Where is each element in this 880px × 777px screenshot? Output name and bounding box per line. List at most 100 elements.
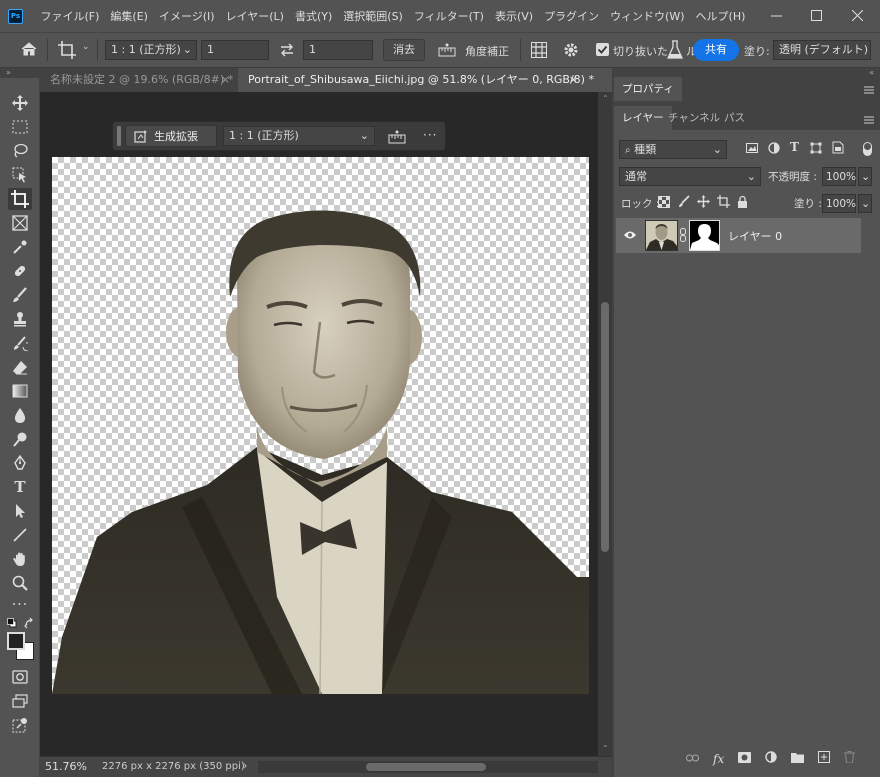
menu-item-0[interactable]: ファイル(F) [35,0,105,32]
hscroll-thumb[interactable] [366,763,486,771]
chevron-down-icon[interactable]: ⌄ [82,42,90,52]
menu-item-4[interactable]: 書式(Y) [289,0,337,32]
home-icon[interactable] [20,40,38,58]
lock-all-icon[interactable] [737,195,748,208]
ps-app-icon[interactable]: Ps [8,9,23,24]
eye-icon[interactable] [623,230,637,240]
zoom-level[interactable]: 51.76% [45,760,87,773]
clear-button[interactable]: 消去 [383,39,425,61]
default-colors-icon[interactable] [7,618,17,628]
adjustment-layer-icon[interactable] [765,751,777,766]
type-tool-icon[interactable]: T [8,476,32,498]
filter-shape-icon[interactable] [810,142,822,154]
gear-icon[interactable] [562,41,580,59]
link-layers-icon[interactable] [686,752,699,765]
tab-untitled-2[interactable]: 名称未設定 2 @ 19.6% (RGB/8#) * × [40,68,238,92]
straighten-label[interactable]: 角度補正 [465,43,509,59]
panel-menu-icon[interactable] [864,84,874,97]
link-icon[interactable] [680,228,686,242]
lock-position-icon[interactable] [697,195,710,208]
opacity-input[interactable]: 100% [822,167,856,186]
healing-brush-tool-icon[interactable] [8,260,32,282]
horizontal-scrollbar[interactable] [258,761,598,773]
menu-item-8[interactable]: プラグイン [539,0,605,32]
swap-icon[interactable] [279,42,295,58]
menu-item-2[interactable]: イメージ(I) [153,0,220,32]
opacity-dropdown[interactable]: ⌄ [858,167,872,186]
straighten-icon[interactable] [388,129,406,145]
scroll-thumb[interactable] [601,302,609,552]
menu-item-6[interactable]: フィルター(T) [408,0,489,32]
eyedropper-tool-icon[interactable] [8,236,32,258]
add-mask-icon[interactable] [738,751,752,766]
filter-type-icon[interactable]: T [790,140,802,154]
fill-select[interactable]: 透明 (デフォルト) [773,40,871,60]
new-layer-icon[interactable] [818,751,831,766]
eraser-tool-icon[interactable] [8,356,32,378]
layer-thumbnail[interactable] [645,220,678,251]
menu-item-10[interactable]: ヘルプ(H) [690,0,751,32]
zoom-tool-icon[interactable] [8,572,32,594]
lock-pixels-icon[interactable] [678,195,690,208]
crop-tool-preset-icon[interactable] [57,40,79,60]
ratio-select[interactable]: 1 : 1 (正方形) ⌄ [105,40,197,60]
gradient-tool-icon[interactable] [8,380,32,402]
swap-colors-icon[interactable] [24,617,36,629]
filter-pixel-icon[interactable] [746,142,758,154]
scroll-down-icon[interactable]: ⌄ [602,740,609,749]
menu-item-9[interactable]: ウィンドウ(W) [605,0,690,32]
more-options-icon[interactable]: ··· [423,128,437,142]
new-group-icon[interactable] [791,752,805,766]
straighten-icon[interactable] [438,42,456,58]
panel-menu-icon[interactable] [864,114,874,127]
tab-paths[interactable]: パス [716,106,753,130]
dodge-tool-icon[interactable] [8,428,32,450]
brush-tool-icon[interactable] [8,284,32,306]
foreground-color-swatch[interactable] [7,632,25,650]
context-ratio-select[interactable]: 1 : 1 (正方形) ⌄ [223,126,375,146]
delete-cropped-checkbox[interactable] [596,43,609,56]
width-input[interactable]: 1 [201,40,269,60]
layer-mask-thumbnail[interactable] [689,220,720,251]
maximize-button[interactable] [797,0,835,30]
fill-input[interactable]: 100% [822,194,856,213]
tab-close-icon[interactable]: × [569,68,578,92]
layer-row[interactable]: レイヤー 0 [616,218,861,253]
panel-collapse-icon[interactable]: » [0,68,40,78]
line-tool-icon[interactable] [8,524,32,546]
close-button[interactable] [838,0,876,30]
pen-tool-icon[interactable] [8,452,32,474]
grid-overlay-icon[interactable] [530,41,548,59]
filter-smart-object-icon[interactable] [832,141,844,154]
tab-portrait[interactable]: Portrait_of_Shibusawa_Eiichi.jpg @ 51.8%… [238,68,594,92]
lock-transparent-icon[interactable] [658,196,670,208]
vertical-scrollbar[interactable]: ⌃ ⌄ [598,92,612,756]
screen-mode-icon[interactable] [8,690,32,712]
edit-toolbar-icon[interactable] [8,714,32,736]
menu-item-7[interactable]: 表示(V) [489,0,538,32]
menu-item-5[interactable]: 選択範囲(S) [338,0,409,32]
fx-icon[interactable]: fx [713,752,724,766]
path-select-tool-icon[interactable] [8,500,32,522]
share-button[interactable]: 共有 [693,39,739,61]
document-canvas[interactable] [52,157,589,694]
tab-properties[interactable]: プロパティ [614,77,682,101]
drag-handle[interactable] [117,126,121,146]
move-tool-icon[interactable] [8,92,32,114]
canvas-area[interactable]: 生成拡張 1 : 1 (正方形) ⌄ ··· [40,92,598,756]
lock-artboard-icon[interactable] [717,195,730,208]
panel-collapse-icon[interactable]: « [869,68,874,77]
tab-close-icon[interactable]: × [221,68,230,92]
marquee-tool-icon[interactable] [8,116,32,138]
filter-adjustment-icon[interactable] [768,142,780,154]
quick-mask-icon[interactable] [8,666,32,688]
height-input[interactable]: 1 [303,40,373,60]
menu-item-3[interactable]: レイヤー(L) [220,0,289,32]
generative-expand-button[interactable]: 生成拡張 [125,125,217,147]
scroll-up-icon[interactable]: ⌃ [602,94,609,103]
fill-dropdown[interactable]: ⌄ [858,194,872,213]
more-tools-icon[interactable]: ··· [8,594,32,616]
minimize-button[interactable] [757,0,795,30]
filter-toggle[interactable] [863,142,872,156]
layer-filter-select[interactable]: ⌕ 種類 ⌄ [619,140,727,159]
